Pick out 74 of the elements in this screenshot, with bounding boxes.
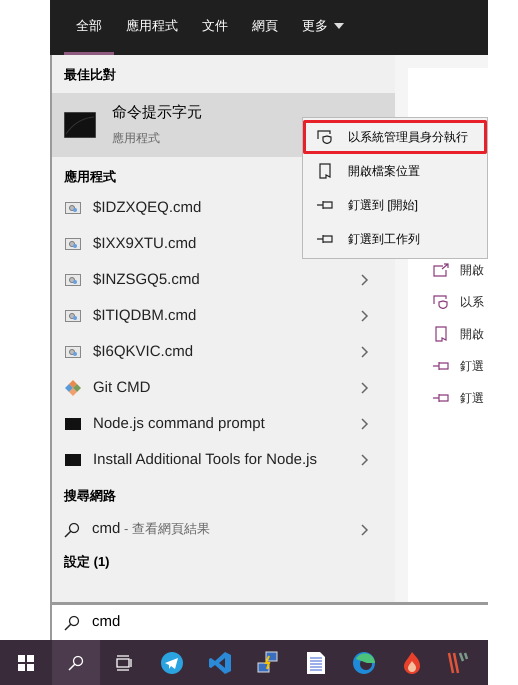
tab[interactable]: 文件 — [190, 0, 240, 55]
web-query: cmd - 查看網頁結果 — [92, 519, 210, 540]
menu-item[interactable]: 開啟檔案位置 — [303, 154, 487, 188]
app-name: Git CMD — [93, 378, 150, 398]
app-name: $IDZXQEQ.cmd — [93, 198, 202, 218]
pin-icon — [432, 360, 450, 372]
chevron-icon — [361, 524, 369, 536]
console-icon — [64, 454, 80, 466]
menu-item[interactable]: 釘選到 [開始] — [303, 188, 487, 222]
folder-icon — [435, 326, 447, 342]
menu-item[interactable]: 釘選到工作列 — [303, 222, 487, 256]
app-type: 應用程式 — [112, 130, 161, 147]
app-name: $IXX9XTU.cmd — [93, 234, 196, 254]
browser-icon[interactable] — [352, 650, 376, 674]
section-heading: 搜尋網路 — [64, 487, 116, 505]
app-name: $ITIQDBM.cmd — [93, 306, 196, 326]
shield-icon — [317, 130, 333, 144]
windows-logo-icon[interactable] — [18, 654, 34, 670]
app-result[interactable]: Git CMD — [52, 370, 395, 406]
caret-icon — [334, 23, 344, 29]
shield-icon — [433, 295, 449, 309]
app-name: Install Additional Tools for Node.js — [93, 450, 318, 470]
search-button[interactable] — [52, 640, 100, 685]
code-editor-icon[interactable] — [208, 650, 232, 674]
paper-plane-icon[interactable] — [160, 650, 184, 674]
network-computers-icon[interactable] — [256, 650, 280, 674]
chevron-icon — [361, 346, 369, 358]
script-icon — [64, 238, 80, 250]
app-name: $INZSGQ5.cmd — [93, 270, 200, 290]
app-title: 命令提示字元 — [112, 103, 202, 124]
chevron-icon — [361, 382, 369, 394]
folder-icon — [319, 163, 331, 179]
app-result[interactable]: Node.js command prompt — [52, 406, 395, 442]
preview-action[interactable]: 以系 — [432, 292, 488, 312]
script-icon — [64, 346, 80, 358]
console-icon — [64, 418, 80, 430]
search-field[interactable]: cmd — [50, 602, 488, 640]
app-result[interactable]: $INZSGQ5.cmd — [52, 262, 395, 298]
tab[interactable]: 網頁 — [240, 0, 290, 55]
search-icon — [64, 614, 80, 630]
preview-action[interactable]: 釘選 — [432, 388, 488, 408]
script-icon — [64, 310, 80, 322]
tab[interactable]: 更多 — [290, 0, 356, 55]
pin-icon — [316, 199, 334, 211]
preview-action[interactable]: 釘選 — [432, 356, 488, 376]
app-name: $I6QKVIC.cmd — [93, 342, 194, 362]
app-result[interactable]: $ITIQDBM.cmd — [52, 298, 395, 334]
section-heading: 設定 (1) — [64, 552, 110, 571]
open-icon — [433, 263, 449, 277]
section-heading: 最佳比對 — [64, 66, 116, 84]
menu-item[interactable]: 以系統管理員身分執行 — [303, 120, 487, 154]
tab[interactable]: 應用程式 — [114, 0, 190, 55]
pin-icon — [316, 233, 334, 245]
document-icon[interactable] — [306, 650, 326, 674]
script-icon — [64, 202, 80, 214]
preview-action[interactable]: 開啟 — [432, 260, 488, 280]
section-heading: 應用程式 — [64, 168, 116, 186]
chevron-icon — [361, 418, 369, 430]
chevron-icon — [361, 310, 369, 322]
app-result[interactable]: Install Additional Tools for Node.js — [52, 442, 395, 478]
chevron-icon — [361, 454, 369, 466]
search-icon — [64, 522, 80, 538]
app-name: Node.js command prompt — [93, 414, 265, 434]
app-result[interactable]: $I6QKVIC.cmd — [52, 334, 395, 370]
script-icon — [64, 274, 80, 286]
terminal-icon — [64, 112, 96, 138]
chevron-icon — [361, 274, 369, 286]
diamond-icon — [64, 380, 80, 396]
preview-action[interactable]: 開啟 — [432, 324, 488, 344]
task-view-icon[interactable] — [115, 654, 133, 670]
stripes-icon[interactable] — [447, 650, 469, 674]
pin-icon — [432, 392, 450, 404]
search-icon — [68, 654, 84, 670]
web-result[interactable]: cmd - 查看網頁結果 — [52, 512, 395, 548]
